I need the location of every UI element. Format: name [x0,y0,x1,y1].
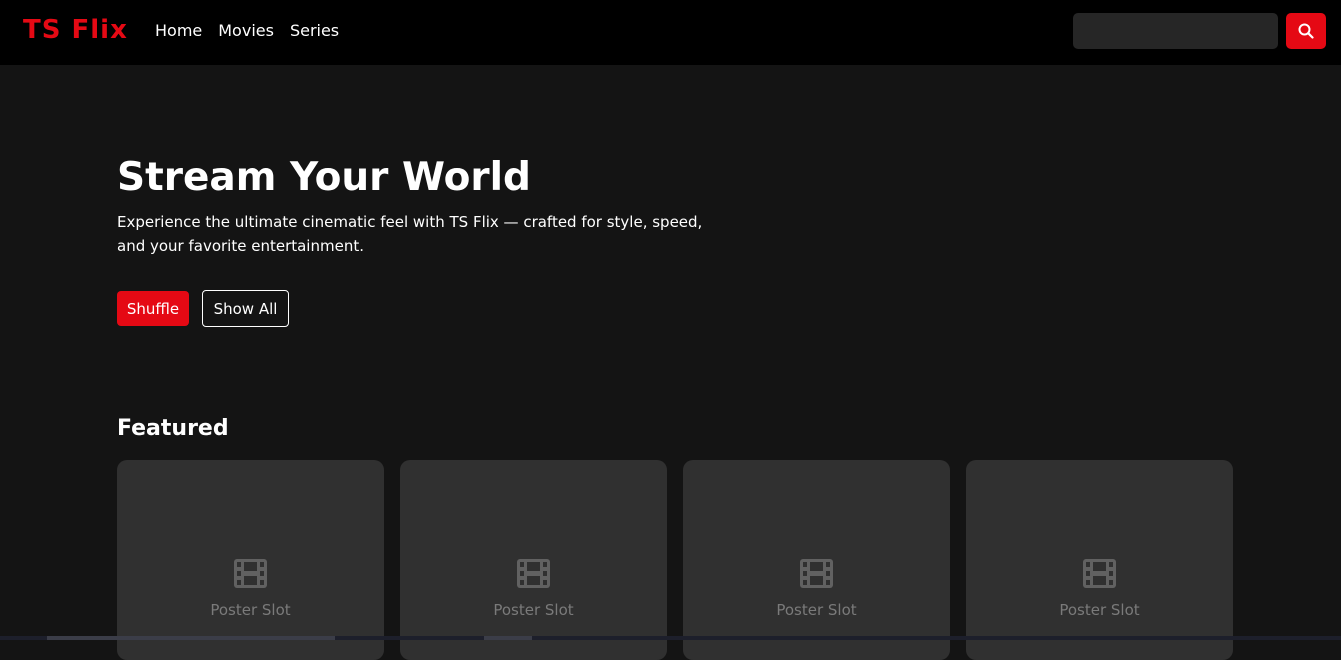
poster-card[interactable]: Poster Slot [117,460,384,660]
search-icon [1298,23,1314,39]
film-icon [517,559,550,588]
horizontal-scrollbar[interactable] [0,636,1341,640]
shuffle-button[interactable]: Shuffle [117,291,189,326]
search-input[interactable] [1073,13,1278,49]
poster-slot-label: Poster Slot [210,601,291,619]
featured-card-row: Poster Slot Poster Slot Poster Slot Post… [117,460,1233,660]
nav-series-link[interactable]: Series [290,21,339,40]
hero-title: Stream Your World [117,155,531,200]
film-icon [1083,559,1116,588]
poster-slot-label: Poster Slot [776,601,857,619]
poster-card[interactable]: Poster Slot [400,460,667,660]
top-navbar: TS Flix Home Movies Series [0,0,1341,65]
hero-description: Experience the ultimate cinematic feel w… [117,213,703,255]
main-nav: Home Movies Series [155,21,339,40]
film-icon [234,559,267,588]
scrollbar-segment [484,636,532,640]
scrollbar-thumb[interactable] [47,636,335,640]
site-logo[interactable]: TS Flix [23,15,128,45]
poster-slot-label: Poster Slot [1059,601,1140,619]
show-all-button[interactable]: Show All [202,290,289,327]
film-icon [800,559,833,588]
nav-movies-link[interactable]: Movies [218,21,274,40]
featured-section-title: Featured [117,416,229,441]
poster-card[interactable]: Poster Slot [966,460,1233,660]
nav-home-link[interactable]: Home [155,21,202,40]
search-button[interactable] [1286,13,1326,49]
poster-slot-label: Poster Slot [493,601,574,619]
poster-card[interactable]: Poster Slot [683,460,950,660]
